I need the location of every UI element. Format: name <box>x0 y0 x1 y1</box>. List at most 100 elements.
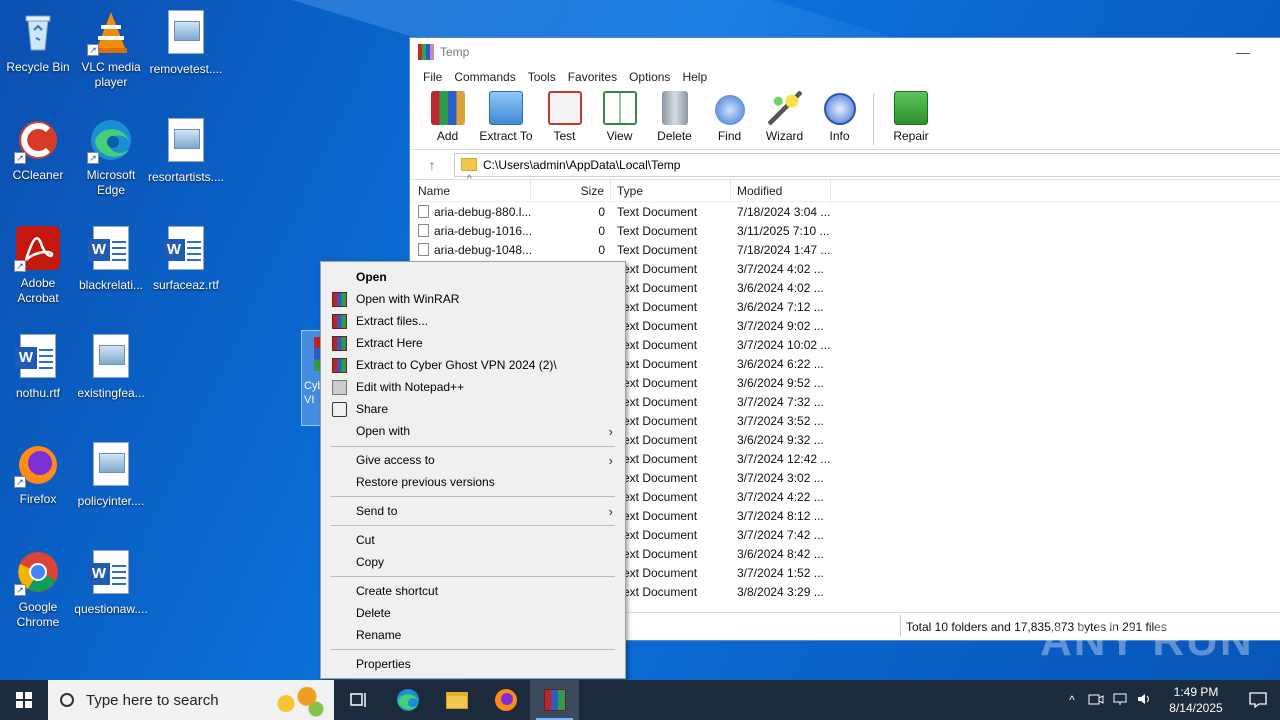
menu-item-edit-with-notepad[interactable]: Edit with Notepad++ <box>321 376 625 398</box>
desktop-icon-recycle-bin[interactable]: Recycle Bin <box>0 8 76 75</box>
file-type-cell: Text Document <box>617 204 698 219</box>
menu-tools[interactable]: Tools <box>522 70 562 84</box>
menu-item-give-access-to[interactable]: Give access to › <box>321 449 625 471</box>
recycle-bin-icon <box>14 8 62 56</box>
menu-item-copy[interactable]: Copy <box>321 551 625 573</box>
desktop-icon-policyinter[interactable]: policyinter.... <box>73 440 149 509</box>
view-button[interactable]: View <box>592 91 647 149</box>
file-name: aria-debug-1048... <box>434 242 531 257</box>
repair-button[interactable]: Repair <box>880 91 942 149</box>
menu-help[interactable]: Help <box>676 70 713 84</box>
menu-item-extract-files[interactable]: Extract files... <box>321 310 625 332</box>
menu-separator <box>331 649 615 650</box>
file-type-cell: Text Document <box>617 394 698 409</box>
menu-file[interactable]: File <box>417 70 448 84</box>
desktop-icon-nothu[interactable]: W nothu.rtf <box>0 332 76 401</box>
desktop-icon-blackrelati[interactable]: W blackrelati... <box>73 224 149 293</box>
desktop-icon-removetest[interactable]: removetest.... <box>148 8 224 77</box>
winrar-icon <box>332 336 347 351</box>
menu-item-send-to[interactable]: Send to › <box>321 500 625 522</box>
firefox-icon: ↗ <box>14 440 62 488</box>
task-view-button[interactable] <box>334 680 383 720</box>
desktop-icon-questionaw[interactable]: W questionaw.... <box>73 548 149 617</box>
notification-center-button[interactable] <box>1236 692 1280 708</box>
shortcut-arrow-icon: ↗ <box>14 260 26 272</box>
menu-item-create-shortcut[interactable]: Create shortcut <box>321 580 625 602</box>
chrome-icon: ↗ <box>14 548 62 596</box>
test-button[interactable]: Test <box>537 91 592 149</box>
menu-item-restore-previous-versions[interactable]: Restore previous versions <box>321 471 625 493</box>
menu-item-rename[interactable]: Rename <box>321 624 625 646</box>
menu-item-extract-to-cyber-ghost-vpn-2024-2[interactable]: Extract to Cyber Ghost VPN 2024 (2)\ <box>321 354 625 376</box>
title-bar[interactable]: Temp — <box>410 38 1280 66</box>
file-type-cell: Text Document <box>617 223 698 238</box>
chevron-up-icon[interactable]: ^ <box>1060 693 1084 707</box>
desktop-icon-label: nothu.rtf <box>15 386 61 400</box>
table-row[interactable]: aria-debug-1048... 0 Text Document 7/18/202… <box>410 240 1280 259</box>
volume-icon[interactable] <box>1132 692 1156 709</box>
text-file-icon <box>418 224 429 237</box>
column-type[interactable]: Type <box>611 179 731 202</box>
network-icon[interactable] <box>1108 692 1132 709</box>
column-size[interactable]: Size <box>531 179 611 202</box>
desktop-icon-google-chrome[interactable]: ↗ Google Chrome <box>0 548 76 630</box>
taskbar-search-box[interactable]: Type here to search <box>48 680 334 720</box>
wizard-label: Wizard <box>765 129 804 143</box>
delete-button[interactable]: Delete <box>647 91 702 149</box>
taskbar-winrar[interactable] <box>530 680 579 720</box>
taskbar-edge[interactable] <box>383 680 432 720</box>
desktop-icon-resortartists[interactable]: resortartists.... <box>148 116 224 185</box>
view-book-icon <box>602 91 637 125</box>
menu-item-extract-here[interactable]: Extract Here <box>321 332 625 354</box>
clock[interactable]: 1:49 PM 8/14/2025 <box>1156 684 1236 716</box>
file-modified-cell: 3/6/2024 9:52 ... <box>737 375 824 390</box>
minimize-button[interactable]: — <box>1236 44 1250 60</box>
table-row[interactable]: aria-debug-880.l... 0 Text Document 7/18/20… <box>410 202 1280 221</box>
menu-favorites[interactable]: Favorites <box>562 70 623 84</box>
desktop-icon-firefox[interactable]: ↗ Firefox <box>0 440 76 507</box>
info-button[interactable]: Info <box>812 93 867 149</box>
meet-now-icon[interactable] <box>1084 692 1108 709</box>
menu-item-cut[interactable]: Cut <box>321 529 625 551</box>
file-type-cell: Text Document <box>617 413 698 428</box>
file-modified-cell: 3/7/2024 7:32 ... <box>737 394 824 409</box>
menu-item-open[interactable]: Open <box>321 266 625 288</box>
winrar-icon <box>332 292 347 307</box>
file-size-cell: 0 <box>598 223 605 238</box>
desktop-icon-vlc[interactable]: ↗ VLC media player <box>73 8 149 90</box>
menu-item-delete[interactable]: Delete <box>321 602 625 624</box>
add-button[interactable]: Add <box>420 91 475 149</box>
desktop-icon-existingfea[interactable]: existingfea... <box>73 332 149 401</box>
extract-to-button[interactable]: Extract To <box>475 91 537 149</box>
column-modified[interactable]: Modified <box>731 179 831 202</box>
desktop-icon-ccleaner[interactable]: ↗ CCleaner <box>0 116 76 183</box>
file-type-cell: Text Document <box>617 375 698 390</box>
wizard-button[interactable]: Wizard <box>757 91 812 149</box>
desktop-icon-surfaceaz[interactable]: W surfaceaz.rtf <box>148 224 224 293</box>
clock-date: 8/14/2025 <box>1169 701 1223 715</box>
menu-options[interactable]: Options <box>623 70 676 84</box>
file-type-cell: Text Document <box>617 584 698 599</box>
up-arrow-icon[interactable]: ↑ <box>410 157 454 173</box>
menu-item-open-with-winrar[interactable]: Open with WinRAR <box>321 288 625 310</box>
menu-item-share[interactable]: Share <box>321 398 625 420</box>
search-highlight-illustration <box>268 682 328 718</box>
winrar-app-icon <box>418 44 434 60</box>
find-button[interactable]: Find <box>702 95 757 149</box>
shortcut-arrow-icon: ↗ <box>87 152 99 164</box>
menu-commands[interactable]: Commands <box>448 70 521 84</box>
taskbar-firefox[interactable] <box>481 680 530 720</box>
path-field[interactable]: C:\Users\admin\AppData\Local\Temp <box>454 152 1280 177</box>
start-button[interactable] <box>0 680 48 720</box>
image-file-icon <box>162 118 210 166</box>
table-row[interactable]: aria-debug-1016... 0 Text Document 3/11/202… <box>410 221 1280 240</box>
menu-item-open-with[interactable]: Open with › <box>321 420 625 442</box>
taskbar-file-explorer[interactable] <box>432 680 481 720</box>
file-modified-cell: 3/8/2024 3:29 ... <box>737 584 824 599</box>
file-type-cell: Text Document <box>617 527 698 542</box>
menu-item-label: Restore previous versions <box>356 475 495 489</box>
menu-item-label: Send to <box>356 504 398 518</box>
menu-item-properties[interactable]: Properties <box>321 653 625 675</box>
desktop-icon-adobe-acrobat[interactable]: ↗ Adobe Acrobat <box>0 224 76 306</box>
desktop-icon-microsoft-edge[interactable]: ↗ Microsoft Edge <box>73 116 149 198</box>
